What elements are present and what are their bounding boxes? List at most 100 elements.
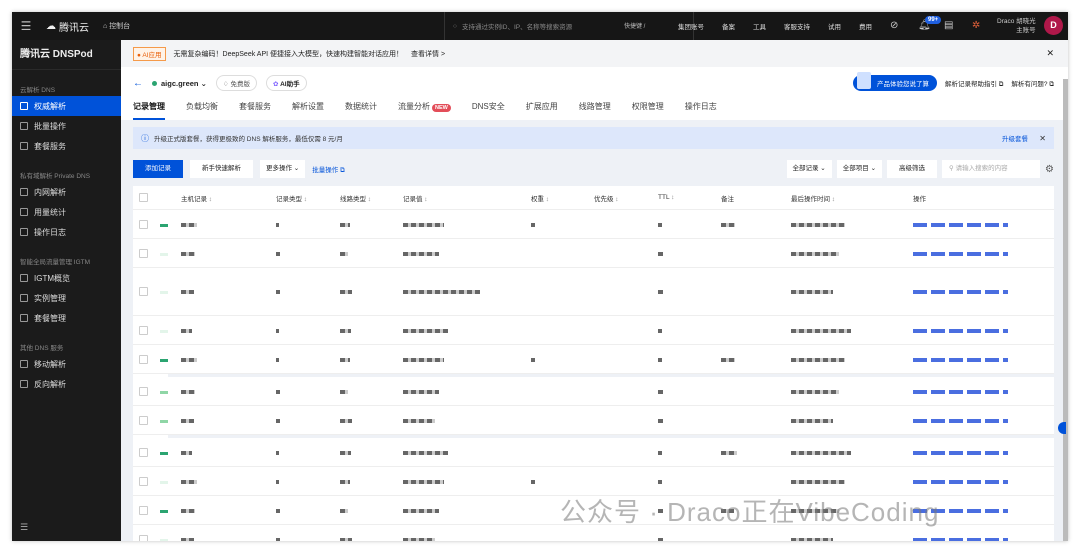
record-search-input[interactable]: ⚲ 请输入搜索的内容 xyxy=(942,160,1041,178)
sort-icon[interactable]: ↕ xyxy=(830,196,835,203)
column-header[interactable]: 优先级 ↕ xyxy=(594,193,619,203)
row-checkbox[interactable] xyxy=(139,447,148,457)
tab[interactable]: 解析设置 xyxy=(292,101,324,120)
tab[interactable]: DNS安全 xyxy=(472,101,505,120)
row-action-links[interactable] xyxy=(913,389,1008,394)
sidebar-item[interactable]: 移动解析 xyxy=(12,354,121,374)
column-header[interactable]: 主机记录 ↕ xyxy=(181,193,212,203)
sidebar-item[interactable]: 反向解析 xyxy=(12,374,121,394)
table-row[interactable] xyxy=(133,210,1054,239)
app-icon[interactable]: ✲ xyxy=(972,20,980,31)
sort-icon[interactable]: ↕ xyxy=(366,196,371,203)
global-search[interactable]: ○ 支持通过实例ID、IP、名称等搜索资源 xyxy=(444,12,694,40)
nav-link[interactable]: 试用 xyxy=(828,21,841,31)
column-header[interactable]: 权重 ↕ xyxy=(531,193,549,203)
row-action-links[interactable] xyxy=(913,537,1008,541)
order-icon[interactable]: ▤ xyxy=(944,20,953,31)
survey-button[interactable]: 产品体验您说了算 xyxy=(852,72,937,91)
table-row[interactable] xyxy=(133,239,1054,268)
problem-link[interactable]: 解析有问题? ⧉ xyxy=(1011,78,1054,89)
column-header[interactable]: 记录类型 ↕ xyxy=(276,193,307,203)
row-checkbox[interactable] xyxy=(139,415,148,425)
row-checkbox[interactable] xyxy=(139,505,148,515)
table-row[interactable] xyxy=(133,345,1054,374)
table-row[interactable] xyxy=(133,316,1054,345)
expand-panel-button[interactable] xyxy=(1058,422,1066,434)
close-icon[interactable]: ✕ xyxy=(1046,48,1054,59)
brand-logo[interactable]: ☁ 腾讯云 xyxy=(46,19,89,34)
table-row[interactable] xyxy=(133,438,1054,467)
row-action-links[interactable] xyxy=(913,251,1008,256)
domain-selector[interactable]: aigc.green ⌄ xyxy=(152,79,207,88)
quick-setup-button[interactable]: 新手快速解析 xyxy=(190,160,253,178)
tab[interactable]: 流量分析 NEW xyxy=(398,101,451,120)
settings-gear-icon[interactable]: ⚙ xyxy=(1045,164,1054,175)
table-row[interactable] xyxy=(133,406,1054,435)
tab[interactable]: 操作日志 xyxy=(685,101,717,120)
column-header[interactable]: 线路类型 ↕ xyxy=(340,193,371,203)
column-header[interactable]: 记录值 ↕ xyxy=(403,193,428,203)
tab[interactable]: 负载均衡 xyxy=(186,101,218,120)
help-link[interactable]: 解析记录帮助指引 ⧉ xyxy=(945,78,1003,89)
row-checkbox[interactable] xyxy=(139,287,148,296)
row-checkbox[interactable] xyxy=(139,219,148,229)
sort-icon[interactable]: ↕ xyxy=(614,196,618,203)
column-header[interactable]: TTL ↕ xyxy=(658,194,674,201)
all-projects-dropdown[interactable]: 全部项目 ⌄ xyxy=(836,160,883,178)
batch-link[interactable]: 批量操作 ⧉ xyxy=(312,164,344,175)
row-action-links[interactable] xyxy=(913,222,1008,227)
column-header[interactable]: 操作 xyxy=(913,193,926,203)
sidebar-item[interactable]: 套餐管理 xyxy=(12,308,121,328)
menu-icon[interactable]: ☰ xyxy=(14,19,38,33)
tab[interactable]: 线路管理 xyxy=(579,101,611,120)
sidebar-item[interactable]: IGTM概览 xyxy=(12,268,121,288)
back-arrow-icon[interactable]: ← xyxy=(133,78,143,89)
avatar[interactable]: D xyxy=(1044,16,1063,35)
column-header[interactable]: 最后操作时间 ↕ xyxy=(791,193,835,203)
sidebar-item[interactable]: 批量操作 xyxy=(12,116,121,136)
ai-assistant-button[interactable]: ✿ AI助手 xyxy=(266,75,307,91)
compass-icon[interactable]: ⊘ xyxy=(890,20,898,31)
sidebar-item[interactable]: 权威解析 xyxy=(12,96,121,116)
advanced-filter-button[interactable]: 高级筛选 xyxy=(887,160,938,178)
upgrade-link[interactable]: 升级套餐 xyxy=(1002,133,1028,143)
scrollbar[interactable] xyxy=(1063,79,1068,541)
row-checkbox[interactable] xyxy=(139,354,148,364)
collapse-sidebar-icon[interactable]: ☰ xyxy=(20,522,28,533)
sort-icon[interactable]: ↕ xyxy=(423,196,427,203)
row-action-links[interactable] xyxy=(913,290,1008,294)
select-all-checkbox[interactable] xyxy=(139,193,148,202)
nav-link[interactable]: 客服支持 xyxy=(784,21,810,31)
sidebar-item[interactable]: 用量统计 xyxy=(12,202,121,222)
table-row[interactable] xyxy=(133,377,1054,406)
sidebar-item[interactable]: 实例管理 xyxy=(12,288,121,308)
tab[interactable]: 记录管理 xyxy=(133,101,165,120)
sort-icon[interactable]: ↕ xyxy=(669,194,674,201)
row-action-links[interactable] xyxy=(913,357,1008,362)
sort-icon[interactable]: ↕ xyxy=(544,196,549,203)
sidebar-item[interactable]: 套餐服务 xyxy=(12,136,121,156)
add-record-button[interactable]: 添加记录 xyxy=(133,160,183,178)
more-actions-dropdown[interactable]: 更多操作 ⌄ xyxy=(260,160,306,178)
plan-badge[interactable]: ♢ 免费版 xyxy=(215,75,258,91)
all-records-dropdown[interactable]: 全部记录 ⌄ xyxy=(786,160,832,178)
sidebar-item[interactable]: 内网解析 xyxy=(12,182,121,202)
row-checkbox[interactable] xyxy=(139,325,148,335)
row-action-links[interactable] xyxy=(913,450,1008,455)
nav-link[interactable]: 费用 xyxy=(859,21,872,31)
row-action-links[interactable] xyxy=(913,418,1008,423)
close-banner-icon[interactable]: ✕ xyxy=(1039,134,1046,143)
nav-link[interactable]: 工具 xyxy=(753,21,766,31)
user-info[interactable]: Draco 胡晓光 主账号 xyxy=(997,17,1036,35)
column-header[interactable]: 备注 xyxy=(721,193,734,203)
tab[interactable]: 数据统计 xyxy=(345,101,377,120)
tab[interactable]: 扩展应用 xyxy=(526,101,558,120)
sort-icon[interactable]: ↕ xyxy=(302,196,307,203)
nav-link[interactable]: 集团账号 xyxy=(678,21,704,31)
row-action-links[interactable] xyxy=(913,479,1008,484)
tab[interactable]: 权限管理 xyxy=(632,101,664,120)
row-checkbox[interactable] xyxy=(139,476,148,486)
tab[interactable]: 套餐服务 xyxy=(239,101,271,120)
row-checkbox[interactable] xyxy=(139,248,148,258)
sidebar-item[interactable]: 操作日志 xyxy=(12,222,121,242)
